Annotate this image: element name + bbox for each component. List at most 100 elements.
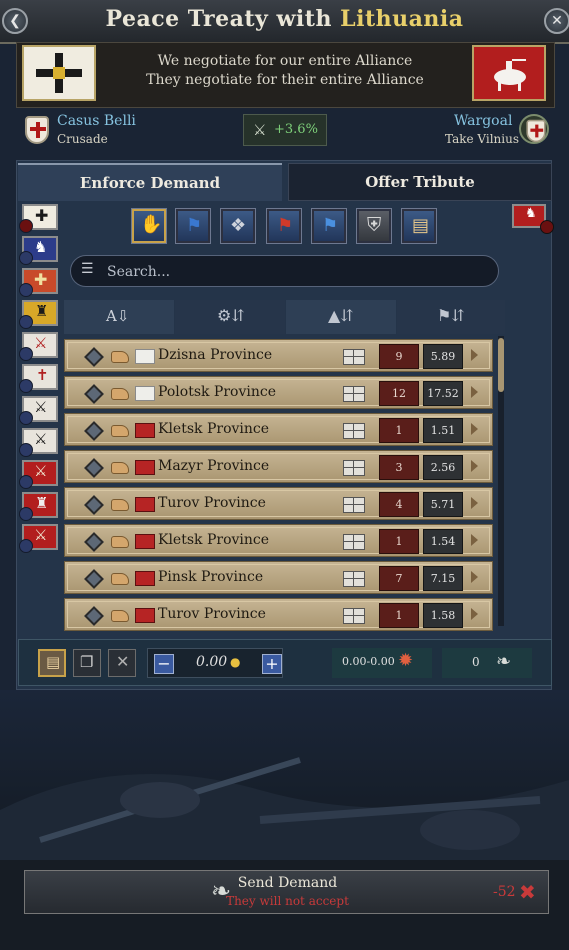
owner-flag-icon (135, 423, 155, 438)
window-title: Peace Treaty with Lithuania (105, 6, 464, 32)
our-negotiation-text: We negotiate for our entire Alliance (157, 53, 413, 69)
wargoal-label[interactable]: Wargoal (454, 113, 512, 129)
development-grid-icon (343, 608, 365, 624)
province-row[interactable]: Turov Province 4 5.71 (64, 487, 493, 520)
category-flag-button[interactable]: ⚑ (176, 209, 210, 243)
send-demand-label: Send Demand (237, 875, 338, 891)
sidebar-country-6[interactable]: ✝ (19, 364, 58, 393)
range-box: 0.00-0.00 ✹ (332, 648, 432, 678)
sidebar-country-8[interactable]: ⚔ (19, 428, 58, 457)
scroll-icon: ▤ (46, 653, 61, 671)
province-row[interactable]: Turov Province 1 1.58 (64, 598, 493, 631)
province-demand-icon (111, 388, 129, 400)
province-row[interactable]: Kletsk Province 1 1.51 (64, 413, 493, 446)
clear-button[interactable]: ✕ (108, 649, 136, 677)
copy-button[interactable]: ❐ (73, 649, 101, 677)
gold-coin-icon: ● (230, 655, 241, 669)
selected-demand-button[interactable]: ▤ (38, 649, 66, 677)
send-demand-button[interactable]: ❧ Send Demand They will not accept -52 ✖ (24, 870, 549, 914)
map-icon: ✹ (398, 650, 414, 671)
expand-arrow-icon[interactable] (471, 497, 478, 509)
sidebar-country-11[interactable]: ⚔ (19, 524, 58, 553)
eagle-icon: ♜ (35, 494, 49, 512)
tab-label: Offer Tribute (365, 173, 475, 191)
expand-arrow-icon[interactable] (471, 460, 478, 472)
category-book-button[interactable]: ❖ (221, 209, 255, 243)
their-negotiation-text: They negotiate for their entire Alliance (146, 72, 424, 88)
close-icon: ✕ (551, 13, 563, 29)
search-input[interactable] (105, 261, 489, 283)
sidebar-country-9[interactable]: ⚔ (19, 460, 58, 489)
clear-icon: ✕ (116, 652, 130, 671)
sidebar-country-4[interactable]: ♜ (19, 300, 58, 329)
tab-label: Enforce Demand (79, 174, 221, 192)
back-button[interactable]: ❮ (2, 8, 28, 34)
wargoal-icon (519, 114, 549, 144)
cross-icon: ✖ (519, 880, 536, 904)
sidebar-country-10[interactable]: ♜ (19, 492, 58, 521)
expand-arrow-icon[interactable] (471, 349, 478, 361)
province-demand-icon (111, 462, 129, 474)
tab-enforce-demand[interactable]: Enforce Demand (18, 163, 282, 201)
expand-arrow-icon[interactable] (471, 571, 478, 583)
province-cost: 1 (379, 418, 419, 443)
sort-value-column[interactable]: ▲⇵ (286, 300, 396, 334)
category-shield-button[interactable]: ⚑ (267, 209, 301, 243)
province-name: Kletsk Province (158, 421, 270, 437)
owner-flag-icon (135, 497, 155, 512)
keys-icon: ⚔ (34, 462, 48, 480)
acceptance-status: They will not accept (226, 894, 349, 908)
province-row[interactable]: Mazyr Province 3 2.56 (64, 450, 493, 483)
category-defense-button[interactable]: ⛨ (357, 209, 391, 243)
keys-icon: ⚔ (34, 430, 48, 448)
category-provinces-button[interactable]: ✋ (132, 209, 166, 243)
province-demand-icon (111, 610, 129, 622)
decrease-button[interactable]: − (154, 654, 174, 674)
province-row[interactable]: Kletsk Province 1 1.54 (64, 524, 493, 557)
dove-icon: ❧ (496, 651, 512, 672)
province-demand-icon (111, 499, 129, 511)
our-flag (22, 45, 96, 101)
expand-arrow-icon[interactable] (471, 386, 478, 398)
opponent-flag-button[interactable]: ♞ (512, 204, 554, 234)
category-document-button[interactable]: ▤ (402, 209, 436, 243)
province-demand-icon (111, 351, 129, 363)
category-banner-button[interactable]: ⚑ (312, 209, 346, 243)
sidebar-country-1[interactable]: ✚ (19, 204, 58, 233)
sort-alpha-icon: A⇩ (106, 307, 130, 325)
close-button[interactable]: ✕ (544, 8, 569, 34)
province-row[interactable]: Pinsk Province 7 7.15 (64, 561, 493, 594)
sort-cost-column[interactable]: ⚙⇵ (175, 300, 285, 334)
expand-arrow-icon[interactable] (471, 534, 478, 546)
flag-icon: ⚑ (186, 215, 203, 236)
tab-offer-tribute[interactable]: Offer Tribute (288, 163, 552, 201)
province-scroll-icon: ✋ (140, 214, 163, 235)
scrollbar-thumb[interactable] (498, 338, 504, 392)
development-grid-icon (343, 349, 365, 365)
province-row[interactable]: Dzisna Province 9 5.89 (64, 339, 493, 372)
sidebar-country-2[interactable]: ♞ (19, 236, 58, 265)
vytis-knight-icon (494, 59, 526, 91)
copy-icon: ❐ (80, 653, 94, 671)
sort-flag-icon: ⚑⇵ (437, 306, 465, 325)
sort-owner-column[interactable]: ⚑⇵ (397, 300, 505, 334)
casus-belli-label[interactable]: Casus Belli (57, 113, 136, 129)
sidebar-country-7[interactable]: ⚔ (19, 396, 58, 425)
sort-name-column[interactable]: A⇩ (64, 300, 174, 334)
expand-arrow-icon[interactable] (471, 423, 478, 435)
sort-value-icon: ▲⇵ (328, 306, 354, 325)
wargoal-value: Take Vilnius (445, 132, 519, 146)
province-row[interactable]: Polotsk Province 12 17.52 (64, 376, 493, 409)
expand-arrow-icon[interactable] (471, 608, 478, 620)
owner-flag-icon (135, 460, 155, 475)
warscore-value: +3.6% (274, 122, 318, 137)
sidebar-country-5[interactable]: ⚔ (19, 332, 58, 361)
crossed-swords-icon: ⚔ (253, 121, 267, 139)
knight-icon: ♞ (525, 206, 537, 221)
cross-icon: ✚ (34, 270, 48, 289)
count-value: 0 (472, 655, 480, 669)
sidebar-country-3[interactable]: ✚ (19, 268, 58, 297)
increase-button[interactable]: + (262, 654, 282, 674)
development-grid-icon (343, 571, 365, 587)
province-value: 1.51 (423, 418, 463, 443)
